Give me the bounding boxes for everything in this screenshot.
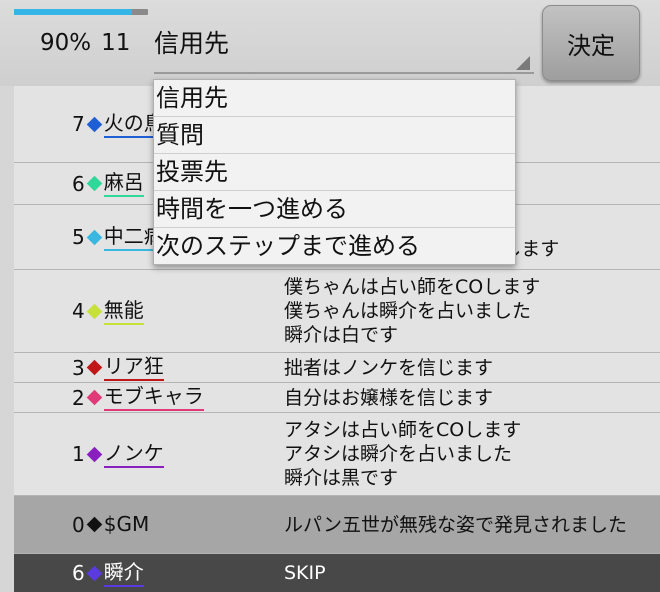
log-row: 4 無能 僕ちゃんは占い師をCOします 僕ちゃんは瞬介を占いました 瞬介は白です xyxy=(14,270,660,353)
player-color-icon xyxy=(86,516,103,533)
dropdown-option-advance-time[interactable]: 時間を一つ進める xyxy=(154,191,515,228)
message-cell: ルパン五世が無残な姿で発見されました xyxy=(284,496,644,553)
player-cell: 4 無能 xyxy=(72,270,262,352)
action-select[interactable]: 信用先 xyxy=(154,20,534,74)
player-cell: 2 モブキャラ xyxy=(72,383,262,412)
player-name[interactable]: 瞬介 xyxy=(103,560,144,587)
player-name[interactable]: モブキャラ xyxy=(103,384,204,411)
message-line: 瞬介は黒です xyxy=(284,467,399,489)
dropdown-option-vote[interactable]: 投票先 xyxy=(154,154,515,191)
message-line: 自分はお嬢様を信じます xyxy=(284,386,494,409)
player-index: 5 xyxy=(72,225,85,249)
player-color-icon xyxy=(86,303,103,319)
message-line: 僕ちゃんは瞬介を占いました xyxy=(284,300,532,322)
player-index: 4 xyxy=(72,299,85,323)
action-select-value: 信用先 xyxy=(154,29,230,58)
message-line: アタシは瞬介を占いました xyxy=(284,443,513,465)
player-index: 2 xyxy=(72,385,85,410)
message-line: アタシは占い師をCOします xyxy=(284,419,522,441)
day-count: 11 xyxy=(101,30,131,56)
message-cell: 僕ちゃんは占い師をCOします 僕ちゃんは瞬介を占いました 瞬介は白です xyxy=(284,270,644,352)
player-color-icon xyxy=(86,389,103,406)
action-dropdown-menu[interactable]: 信用先 質問 投票先 時間を一つ進める 次のステップまで進める xyxy=(153,79,516,265)
message-line: 僕ちゃんは占い師をCOします xyxy=(284,276,541,298)
player-name[interactable]: 無能 xyxy=(103,298,144,325)
player-cell: 6 瞬介 xyxy=(72,554,262,592)
log-row: 3 リア狂 拙者はノンケを信じます xyxy=(14,353,660,383)
dropdown-option-next-step[interactable]: 次のステップまで進める xyxy=(154,228,515,264)
player-color-icon xyxy=(86,229,103,245)
player-color-icon xyxy=(86,446,103,462)
header-bar: 90% 11 信用先 決定 xyxy=(0,0,660,86)
log-row-gm: 0 $GM ルパン五世が無残な姿で発見されました xyxy=(14,496,660,554)
message-cell: 拙者はノンケを信じます xyxy=(284,353,644,382)
log-row: 2 モブキャラ 自分はお嬢様を信じます xyxy=(14,383,660,413)
message-line: 拙者はノンケを信じます xyxy=(284,356,494,379)
player-cell: 3 リア狂 xyxy=(72,353,262,382)
message-cell: 自分はお嬢様を信じます xyxy=(284,383,644,412)
player-index: 3 xyxy=(72,355,85,380)
message-line: ルパン五世が無残な姿で発見されました xyxy=(284,513,627,536)
progress-readout: 90% 11 xyxy=(40,30,140,56)
player-color-icon xyxy=(86,116,103,132)
player-index: 6 xyxy=(72,561,85,585)
player-name[interactable]: 麻呂 xyxy=(103,170,144,197)
dropdown-option-question[interactable]: 質問 xyxy=(154,117,515,154)
message-cell: SKIP xyxy=(284,554,644,592)
dropdown-corner-icon xyxy=(516,56,530,70)
player-name: $GM xyxy=(103,512,150,536)
message-cell: アタシは占い師をCOします アタシは瞬介を占いました 瞬介は黒です xyxy=(284,413,644,495)
player-index: 0 xyxy=(72,512,85,537)
player-color-icon xyxy=(86,175,103,192)
player-cell: 1 ノンケ xyxy=(72,413,262,495)
log-row: 1 ノンケ アタシは占い師をCOします アタシは瞬介を占いました 瞬介は黒です xyxy=(14,413,660,496)
log-row-self: 6 瞬介 SKIP xyxy=(14,554,660,592)
player-index: 1 xyxy=(72,442,85,466)
message-line: 瞬介は白です xyxy=(284,324,399,346)
time-progress-fill xyxy=(14,9,132,15)
player-color-icon xyxy=(86,359,103,376)
player-name[interactable]: ノンケ xyxy=(103,441,164,468)
player-cell: 0 $GM xyxy=(72,496,262,553)
message-line: SKIP xyxy=(284,562,326,584)
time-progress-bar xyxy=(14,9,148,15)
player-color-icon xyxy=(86,565,103,581)
player-index: 6 xyxy=(72,171,85,196)
dropdown-option-trust[interactable]: 信用先 xyxy=(154,80,515,117)
player-index: 7 xyxy=(72,112,85,136)
decide-button[interactable]: 決定 xyxy=(542,5,640,81)
progress-percent: 90% xyxy=(40,30,92,56)
player-name[interactable]: リア狂 xyxy=(103,354,164,381)
